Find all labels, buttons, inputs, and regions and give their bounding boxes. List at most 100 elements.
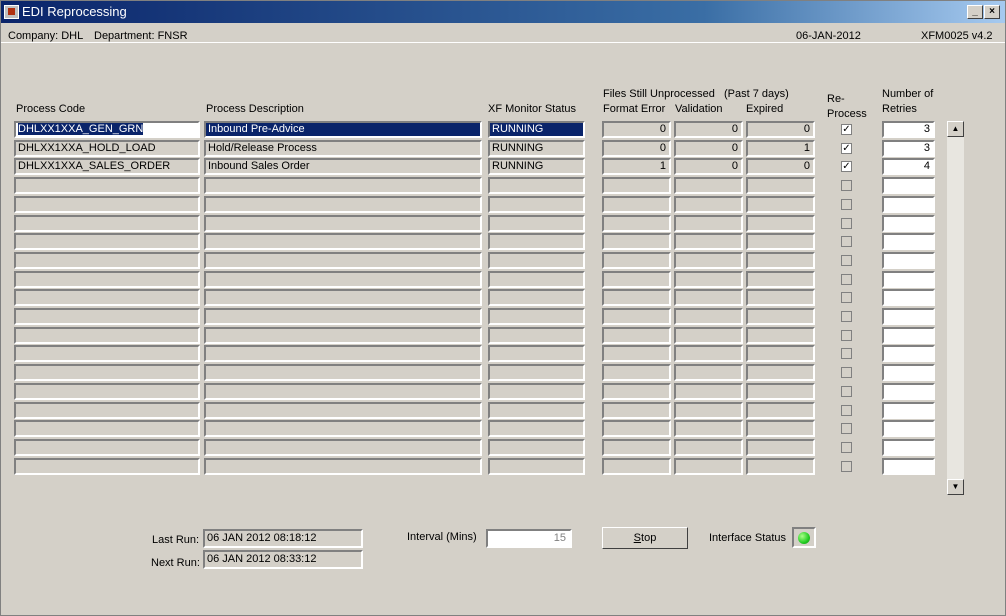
- validation-cell[interactable]: [674, 289, 743, 306]
- validation-cell[interactable]: [674, 458, 743, 475]
- format-error-cell[interactable]: [602, 177, 671, 194]
- reprocess-checkbox[interactable]: ✓: [841, 124, 852, 135]
- process-description-cell[interactable]: [204, 289, 482, 306]
- expired-cell[interactable]: [746, 215, 815, 232]
- reprocess-checkbox[interactable]: [841, 274, 852, 285]
- validation-cell[interactable]: [674, 420, 743, 437]
- monitor-status-cell[interactable]: [488, 196, 585, 213]
- format-error-cell[interactable]: [602, 364, 671, 381]
- process-code-cell[interactable]: [14, 215, 200, 232]
- validation-cell[interactable]: [674, 345, 743, 362]
- expired-cell[interactable]: 0: [746, 121, 815, 138]
- reprocess-checkbox[interactable]: [841, 180, 852, 191]
- expired-cell[interactable]: [746, 345, 815, 362]
- monitor-status-cell[interactable]: [488, 345, 585, 362]
- process-description-cell[interactable]: [204, 271, 482, 288]
- process-code-cell[interactable]: [14, 327, 200, 344]
- validation-cell[interactable]: [674, 308, 743, 325]
- grid-scrollbar[interactable]: [947, 121, 964, 495]
- reprocess-checkbox[interactable]: [841, 405, 852, 416]
- monitor-status-cell[interactable]: [488, 383, 585, 400]
- retries-input[interactable]: [882, 345, 935, 362]
- monitor-status-cell[interactable]: [488, 233, 585, 250]
- format-error-cell[interactable]: [602, 458, 671, 475]
- close-button[interactable]: ×: [984, 5, 1000, 19]
- expired-cell[interactable]: [746, 420, 815, 437]
- format-error-cell[interactable]: [602, 308, 671, 325]
- format-error-cell[interactable]: [602, 196, 671, 213]
- process-code-cell[interactable]: [14, 252, 200, 269]
- reprocess-checkbox[interactable]: [841, 330, 852, 341]
- scroll-down-icon[interactable]: ▼: [947, 479, 964, 495]
- monitor-status-cell[interactable]: RUNNING: [488, 140, 585, 157]
- process-code-cell[interactable]: DHLXX1XXA_HOLD_LOAD: [14, 140, 200, 157]
- format-error-cell[interactable]: [602, 327, 671, 344]
- monitor-status-cell[interactable]: [488, 177, 585, 194]
- expired-cell[interactable]: 0: [746, 158, 815, 175]
- process-code-cell[interactable]: [14, 233, 200, 250]
- process-description-cell[interactable]: [204, 215, 482, 232]
- monitor-status-cell[interactable]: RUNNING: [488, 121, 585, 138]
- expired-cell[interactable]: [746, 364, 815, 381]
- expired-cell[interactable]: [746, 327, 815, 344]
- process-description-cell[interactable]: [204, 383, 482, 400]
- reprocess-checkbox[interactable]: ✓: [841, 161, 852, 172]
- retries-input[interactable]: [882, 177, 935, 194]
- format-error-cell[interactable]: [602, 215, 671, 232]
- retries-input[interactable]: 3: [882, 140, 935, 157]
- validation-cell[interactable]: [674, 177, 743, 194]
- reprocess-checkbox[interactable]: [841, 292, 852, 303]
- format-error-cell[interactable]: [602, 383, 671, 400]
- expired-cell[interactable]: [746, 177, 815, 194]
- process-code-cell[interactable]: [14, 289, 200, 306]
- expired-cell[interactable]: [746, 308, 815, 325]
- reprocess-checkbox[interactable]: [841, 348, 852, 359]
- monitor-status-cell[interactable]: [488, 215, 585, 232]
- process-description-cell[interactable]: [204, 177, 482, 194]
- validation-cell[interactable]: 0: [674, 158, 743, 175]
- process-description-cell[interactable]: [204, 308, 482, 325]
- retries-input[interactable]: [882, 308, 935, 325]
- process-description-cell[interactable]: [204, 402, 482, 419]
- process-description-cell[interactable]: [204, 364, 482, 381]
- validation-cell[interactable]: [674, 215, 743, 232]
- process-description-cell[interactable]: Hold/Release Process: [204, 140, 482, 157]
- process-description-cell[interactable]: [204, 439, 482, 456]
- process-description-cell[interactable]: [204, 252, 482, 269]
- validation-cell[interactable]: [674, 271, 743, 288]
- expired-cell[interactable]: [746, 402, 815, 419]
- process-description-cell[interactable]: Inbound Sales Order: [204, 158, 482, 175]
- reprocess-checkbox[interactable]: ✓: [841, 143, 852, 154]
- expired-cell[interactable]: [746, 196, 815, 213]
- process-code-cell[interactable]: [14, 364, 200, 381]
- monitor-status-cell[interactable]: [488, 364, 585, 381]
- reprocess-checkbox[interactable]: [841, 367, 852, 378]
- monitor-status-cell[interactable]: [488, 420, 585, 437]
- format-error-cell[interactable]: 0: [602, 140, 671, 157]
- oracle-forms-app-icon[interactable]: [4, 5, 19, 19]
- process-code-cell[interactable]: [14, 308, 200, 325]
- reprocess-checkbox[interactable]: [841, 255, 852, 266]
- validation-cell[interactable]: [674, 233, 743, 250]
- reprocess-checkbox[interactable]: [841, 423, 852, 434]
- expired-cell[interactable]: [746, 252, 815, 269]
- process-description-cell[interactable]: [204, 196, 482, 213]
- monitor-status-cell[interactable]: RUNNING: [488, 158, 585, 175]
- retries-input[interactable]: [882, 196, 935, 213]
- monitor-status-cell[interactable]: [488, 402, 585, 419]
- process-code-cell[interactable]: [14, 420, 200, 437]
- validation-cell[interactable]: [674, 439, 743, 456]
- reprocess-checkbox[interactable]: [841, 386, 852, 397]
- validation-cell[interactable]: 0: [674, 121, 743, 138]
- validation-cell[interactable]: [674, 196, 743, 213]
- expired-cell[interactable]: [746, 383, 815, 400]
- reprocess-checkbox[interactable]: [841, 442, 852, 453]
- retries-input[interactable]: [882, 364, 935, 381]
- monitor-status-cell[interactable]: [488, 308, 585, 325]
- format-error-cell[interactable]: 1: [602, 158, 671, 175]
- process-description-cell[interactable]: [204, 458, 482, 475]
- process-code-cell[interactable]: [14, 345, 200, 362]
- process-code-cell[interactable]: [14, 383, 200, 400]
- validation-cell[interactable]: [674, 252, 743, 269]
- format-error-cell[interactable]: [602, 233, 671, 250]
